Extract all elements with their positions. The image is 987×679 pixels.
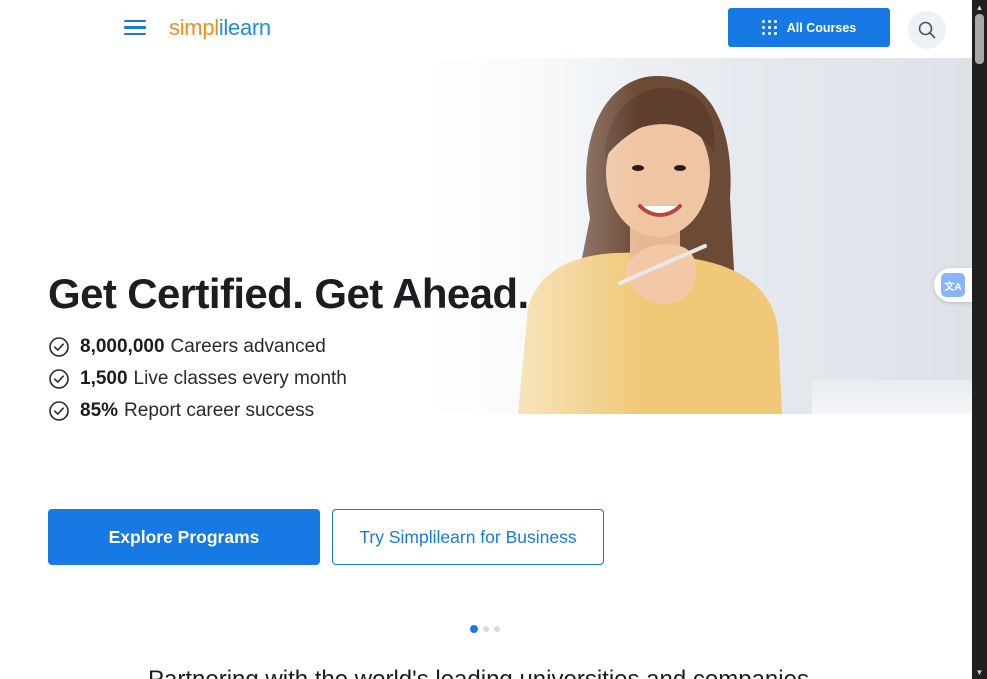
check-circle-icon [49,401,69,421]
page: simplilearn All Courses Get Certified. G… [0,0,972,679]
hero-fade [400,58,640,414]
try-for-business-button[interactable]: Try Simplilearn for Business [332,509,604,565]
stat-label: Report career success [124,400,315,421]
translate-widget[interactable]: 文A [934,268,972,302]
translate-icon: 文A [941,273,965,297]
hero-headline: Get Certified. Get Ahead. [48,270,529,317]
stat-value: 85% [80,400,119,421]
stat-item: 85% Report career success [48,395,347,427]
stat-item: 8,000,000 Careers advanced [48,331,347,363]
all-courses-button[interactable]: All Courses [728,8,890,47]
stat-label: Live classes every month [133,368,347,389]
scroll-up-arrow-icon[interactable]: ▲ [972,0,987,14]
scrollbar[interactable]: ▲ ▼ [972,0,987,679]
carousel-dot[interactable] [483,626,489,632]
hero-desk [812,380,972,414]
stat-value: 1,500 [80,368,128,389]
check-circle-icon [49,337,69,357]
scroll-down-arrow-icon[interactable]: ▼ [972,665,987,679]
search-button[interactable] [908,11,946,49]
simplilearn-logo[interactable]: simplilearn [169,15,271,41]
stat-item: 1,500 Live classes every month [48,363,347,395]
check-circle-icon [49,369,69,389]
logo-text-part1: simpl [169,15,219,40]
carousel-dot[interactable] [494,626,500,632]
stat-label: Careers advanced [170,336,326,357]
all-courses-label: All Courses [786,20,857,35]
partner-heading: Partnering with the world's leading univ… [148,666,809,679]
explore-programs-button[interactable]: Explore Programs [48,509,320,565]
site-header: simplilearn All Courses [0,0,972,58]
stat-value: 8,000,000 [80,336,165,357]
hamburger-menu-icon[interactable] [124,20,146,38]
carousel-dot-active[interactable] [470,625,478,633]
hero-image [400,58,972,414]
logo-text-part2: ilearn [218,15,271,40]
scrollbar-thumb[interactable] [975,14,984,64]
search-icon [918,21,936,39]
grid-dots-icon [761,20,777,35]
carousel-dots [470,625,500,633]
hero-stats: 8,000,000 Careers advanced 1,500 Live cl… [48,331,347,427]
